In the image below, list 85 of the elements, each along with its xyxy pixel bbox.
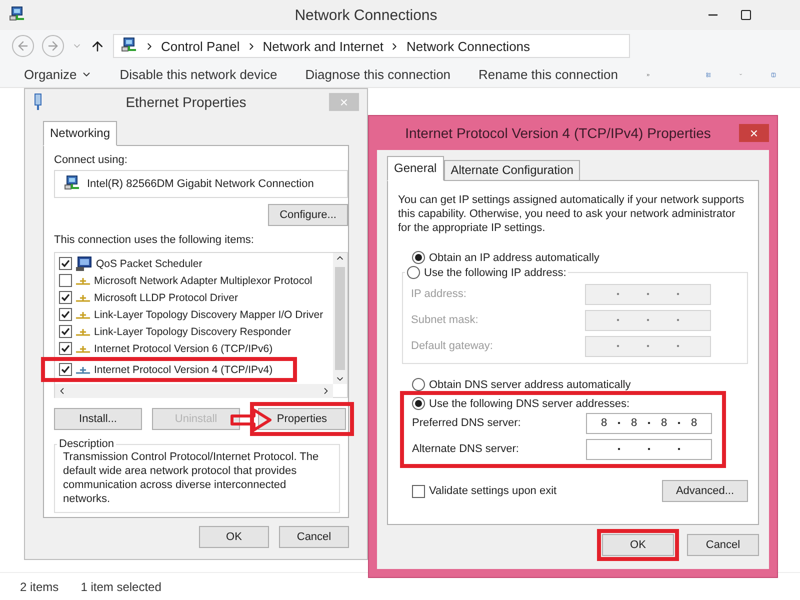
toolbar-button[interactable]: Diagnose this connection bbox=[305, 67, 451, 82]
list-item[interactable]: Microsoft Network Adapter Multiplexor Protocol bbox=[59, 272, 331, 289]
dialog-button[interactable]: Properties bbox=[258, 408, 346, 430]
tab[interactable]: General bbox=[387, 156, 444, 181]
group-title: Description bbox=[59, 438, 114, 450]
adapter-name: Intel(R) 82566DM Gigabit Network Connection bbox=[87, 178, 314, 190]
breadcrumb[interactable]: Network Connections bbox=[406, 38, 530, 54]
protocol-icon bbox=[75, 344, 91, 354]
dialog-button[interactable]: Cancel bbox=[687, 534, 759, 556]
vertical-scrollbar[interactable] bbox=[333, 253, 347, 384]
horizontal-scrollbar[interactable] bbox=[55, 384, 333, 398]
toolbar-button[interactable]: Rename this connection bbox=[478, 67, 618, 82]
monitor-icon bbox=[75, 256, 93, 272]
checkbox[interactable] bbox=[59, 325, 72, 338]
toolbar-button[interactable]: Organize bbox=[24, 67, 92, 82]
field-label: IP address: bbox=[411, 288, 468, 300]
protocol-icon bbox=[75, 310, 91, 320]
item-label: Link-Layer Topology Discovery Responder bbox=[94, 326, 292, 338]
address-bar[interactable]: Control Panel Network and Internet Network Connections bbox=[113, 34, 630, 58]
field-label: Preferred DNS server: bbox=[412, 417, 522, 429]
back-icon bbox=[16, 39, 30, 53]
list-item[interactable]: Link-Layer Topology Discovery Responder bbox=[59, 323, 331, 340]
close-button[interactable]: × bbox=[739, 124, 769, 142]
description-text: Transmission Control Protocol/Internet Protocol. The default wide area network protocol that provides communication across diverse interconnected networks. bbox=[63, 450, 320, 506]
field-label: Default gateway: bbox=[411, 340, 494, 352]
list-item[interactable]: Microsoft LLDP Protocol Driver bbox=[59, 289, 331, 306]
radio-button[interactable] bbox=[412, 251, 425, 264]
protocol-icon bbox=[75, 276, 91, 286]
radio-button[interactable] bbox=[407, 266, 420, 279]
dialog-button[interactable]: OK bbox=[602, 534, 674, 556]
configure-button[interactable]: Configure... bbox=[268, 204, 348, 226]
up-icon[interactable] bbox=[90, 38, 105, 54]
check-icon bbox=[61, 365, 70, 374]
tab[interactable]: Networking bbox=[43, 121, 118, 146]
item-label: Microsoft LLDP Protocol Driver bbox=[94, 292, 238, 304]
section-label: This connection uses the following items: bbox=[54, 234, 254, 246]
item-label: Microsoft Network Adapter Multiplexor Protocol bbox=[94, 274, 312, 286]
radio-label: Obtain DNS server address automatically bbox=[429, 378, 631, 390]
tab[interactable]: Alternate Configuration bbox=[444, 160, 580, 181]
checkbox[interactable] bbox=[59, 342, 72, 355]
dialog-button[interactable]: Cancel bbox=[279, 526, 349, 548]
checkbox[interactable] bbox=[59, 291, 72, 304]
toolbar-button[interactable]: Disable this network device bbox=[120, 67, 278, 82]
radio-button[interactable] bbox=[412, 378, 425, 391]
checkbox[interactable] bbox=[412, 484, 425, 498]
item-label: Internet Protocol Version 6 (TCP/IPv6) bbox=[94, 342, 273, 354]
ip-address-field[interactable]: 8 8 8 8 bbox=[586, 412, 712, 434]
protocol-icon bbox=[75, 292, 91, 302]
checkbox[interactable] bbox=[59, 257, 72, 270]
dialog-title: Ethernet Properties bbox=[124, 94, 248, 110]
highlighted-list-item[interactable]: Internet Protocol Version 4 (TCP/IPv4) bbox=[41, 357, 297, 382]
adapter-icon bbox=[33, 93, 43, 111]
check-icon bbox=[61, 259, 70, 268]
status-text: 2 items bbox=[20, 580, 59, 594]
maximize-icon[interactable] bbox=[740, 9, 752, 21]
window-title: Network Connections bbox=[294, 6, 438, 24]
dialog-button[interactable]: Install... bbox=[54, 408, 142, 430]
intro-text: You can get IP settings assigned automatically if your network supports this capability. Otherwise, you need to ask your network administrator for the appropriate IP settings. bbox=[398, 193, 746, 235]
breadcrumb[interactable]: Network and Internet bbox=[262, 38, 384, 54]
forward-icon bbox=[46, 39, 60, 53]
breadcrumb[interactable]: Control Panel bbox=[161, 38, 240, 54]
checkbox[interactable] bbox=[59, 363, 72, 376]
protocol-icon bbox=[75, 364, 91, 374]
item-label: QoS Packet Scheduler bbox=[96, 258, 202, 270]
list-item[interactable]: Internet Protocol Version 6 (TCP/IPv6) bbox=[59, 340, 331, 357]
dialog-button[interactable]: OK bbox=[199, 526, 269, 548]
list-item[interactable]: QoS Packet Scheduler bbox=[59, 255, 331, 272]
radio-label: Use the following DNS server addresses: bbox=[429, 398, 630, 410]
item-label: Internet Protocol Version 4 (TCP/IPv4) bbox=[94, 364, 273, 376]
radio-label: Obtain an IP address automatically bbox=[429, 252, 600, 264]
dialog-title: Internet Protocol Version 4 (TCP/IPv4) Properties bbox=[404, 125, 712, 141]
status-text: 1 item selected bbox=[80, 580, 162, 594]
checkbox[interactable] bbox=[59, 274, 72, 287]
ip-address-field[interactable] bbox=[586, 438, 712, 460]
field-label: Alternate DNS server: bbox=[412, 443, 520, 455]
protocol-icon bbox=[75, 326, 91, 336]
checkbox-label: Validate settings upon exit bbox=[429, 485, 557, 497]
advanced-button[interactable]: Advanced... bbox=[662, 480, 748, 502]
item-label: Link-Layer Topology Discovery Mapper I/O Driver bbox=[94, 308, 324, 320]
list-item[interactable]: Link-Layer Topology Discovery Mapper I/O Driver bbox=[59, 306, 331, 323]
field-label: Subnet mask: bbox=[411, 314, 480, 326]
radio-label: Use the following IP address: bbox=[424, 266, 566, 278]
radio-button[interactable] bbox=[412, 397, 425, 410]
checkbox[interactable] bbox=[59, 308, 72, 321]
section-label: Connect using: bbox=[54, 154, 128, 166]
